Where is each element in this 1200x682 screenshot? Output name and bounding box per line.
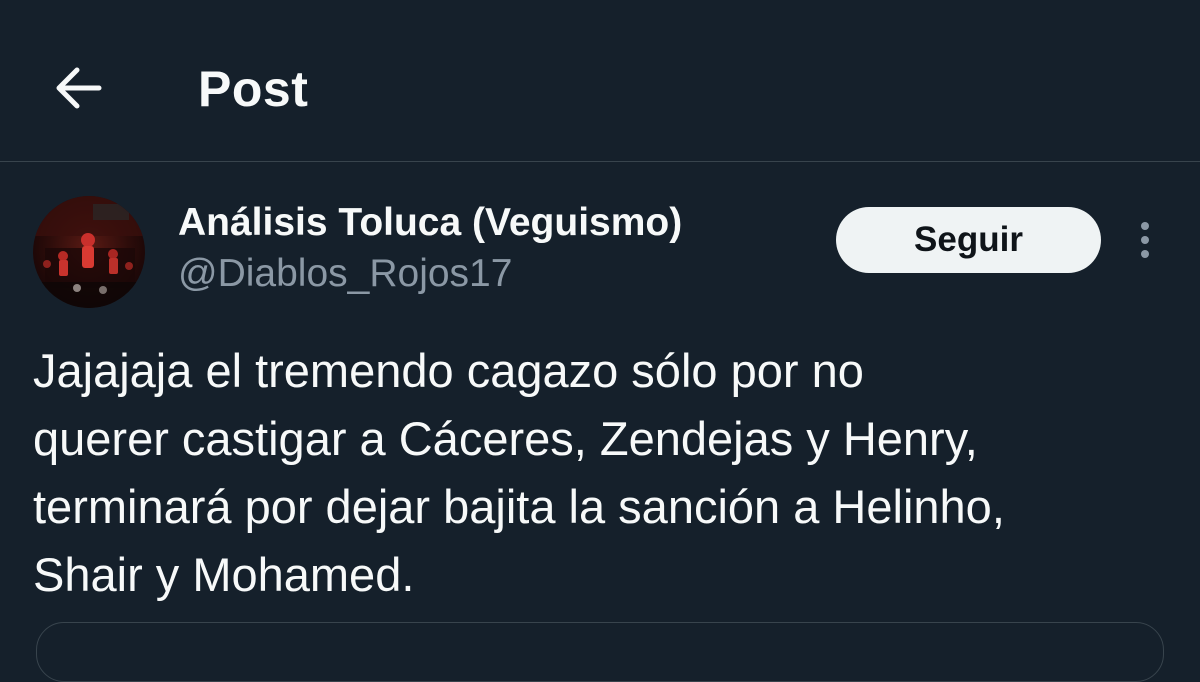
author-display-name[interactable]: Análisis Toluca (Veguismo) <box>178 199 682 247</box>
more-options-button[interactable] <box>1120 212 1170 268</box>
back-button[interactable] <box>40 50 116 126</box>
follow-button[interactable]: Seguir <box>836 207 1101 273</box>
top-bar: Post <box>0 0 1200 162</box>
post-text-line: terminará por dejar bajita la sanción a … <box>33 480 1005 533</box>
post-text: Jajajaja el tremendo cagazo sólo por no … <box>33 337 1178 609</box>
post-text-line: Jajajaja el tremendo cagazo sólo por no <box>33 344 864 397</box>
media-card[interactable] <box>36 622 1164 682</box>
arrow-left-icon <box>56 67 102 109</box>
page-title: Post <box>198 61 309 117</box>
more-vertical-icon <box>1141 222 1149 258</box>
post-text-line: querer castigar a Cáceres, Zendejas y He… <box>33 412 978 465</box>
profile-avatar-image <box>33 196 145 308</box>
post-text-line: Shair y Mohamed. <box>33 548 415 601</box>
author-handle[interactable]: @Diablos_Rojos17 <box>178 250 512 298</box>
avatar[interactable] <box>33 196 145 308</box>
